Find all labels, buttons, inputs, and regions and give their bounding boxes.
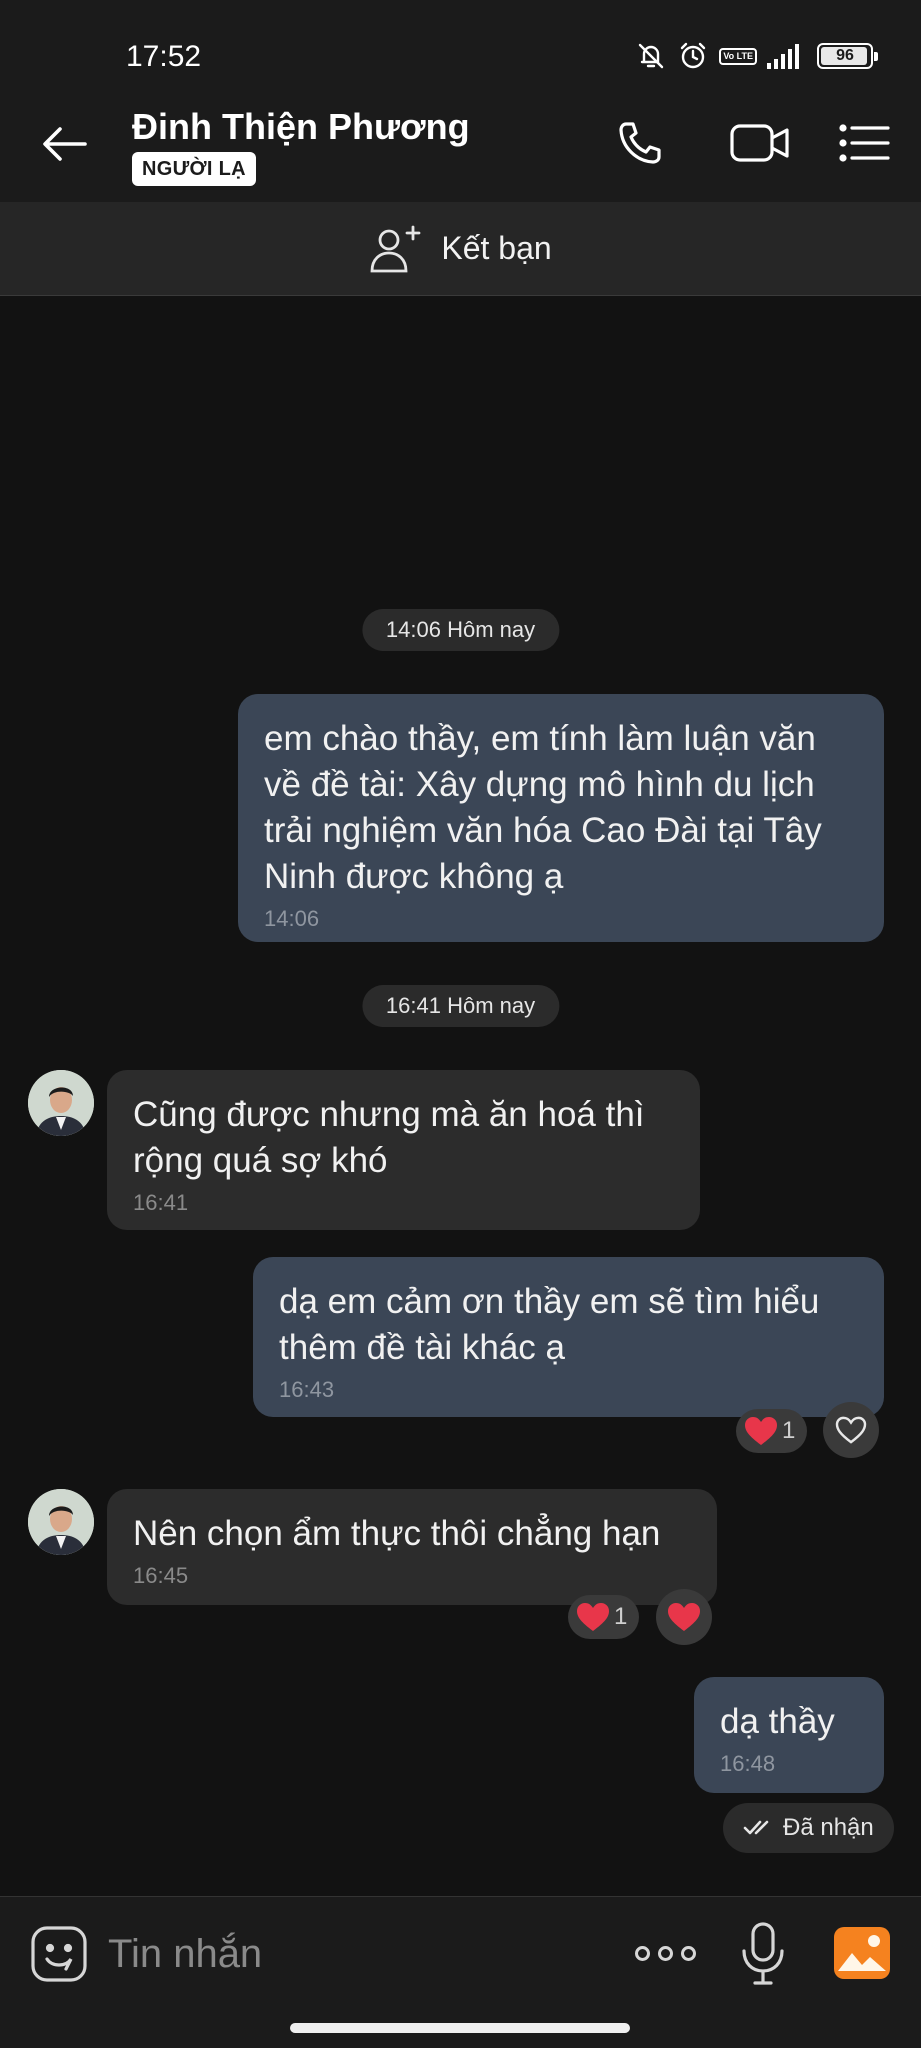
- phone-icon: [619, 122, 661, 164]
- heart-icon: [745, 1417, 777, 1445]
- heart-icon: [577, 1603, 609, 1631]
- sticker-icon: [31, 1926, 87, 1982]
- menu-button[interactable]: [830, 110, 900, 176]
- stranger-badge: NGƯỜI LẠ: [132, 152, 256, 186]
- message-text: Cũng được nhưng mà ăn hoá thì rộng quá s…: [133, 1095, 645, 1180]
- home-indicator[interactable]: [290, 2023, 630, 2033]
- menu-icon: [839, 124, 890, 162]
- message-time: 14:06: [264, 906, 320, 931]
- heart-outline-icon: [835, 1416, 867, 1444]
- message-time: 16:41: [133, 1190, 189, 1215]
- status-icons: Vo LTE 96: [635, 38, 878, 74]
- message-bubble-outgoing[interactable]: dạ thầy 16:48: [694, 1677, 884, 1793]
- message-time: 16:45: [133, 1563, 189, 1588]
- volte-icon: Vo LTE: [719, 47, 757, 65]
- avatar-image: [28, 1070, 94, 1136]
- date-separator: 14:06 Hôm nay: [361, 609, 560, 651]
- message-bubble-outgoing[interactable]: em chào thầy, em tính làm luận văn về đề…: [238, 694, 884, 942]
- message-time: 16:43: [279, 1377, 335, 1402]
- battery-icon: 96: [817, 43, 878, 69]
- message-bubble-outgoing[interactable]: dạ em cảm ơn thầy em sẽ tìm hiểu thêm đề…: [253, 1257, 884, 1417]
- alarm-icon: [677, 40, 709, 72]
- message-text: em chào thầy, em tính làm luận văn về đề…: [264, 719, 822, 896]
- message-text: dạ thầy: [720, 1702, 835, 1741]
- add-friend-button[interactable]: Kết bạn: [0, 202, 921, 296]
- message-text: dạ em cảm ơn thầy em sẽ tìm hiểu thêm đề…: [279, 1282, 820, 1367]
- status-bar: 17:52 Vo LTE 96: [0, 0, 921, 88]
- message-text: Nên chọn ẩm thực thôi chẳng hạn: [133, 1514, 661, 1553]
- video-call-button[interactable]: [718, 110, 802, 176]
- delivery-status: Đã nhận: [723, 1803, 894, 1853]
- back-button[interactable]: [30, 114, 100, 174]
- message-input[interactable]: [108, 1925, 568, 1983]
- reaction-count: 1: [782, 1417, 796, 1444]
- gallery-button[interactable]: [832, 1925, 892, 1981]
- reaction-summary[interactable]: 1: [736, 1409, 808, 1453]
- reaction-count: 1: [614, 1603, 628, 1630]
- back-arrow-icon: [43, 127, 87, 161]
- heart-icon: [668, 1603, 700, 1631]
- gallery-icon: [834, 1927, 890, 1979]
- bell-off-icon: [635, 40, 667, 72]
- video-call-icon: [730, 124, 789, 162]
- voice-button[interactable]: [736, 1921, 790, 1987]
- double-check-icon: [743, 1820, 769, 1835]
- react-button[interactable]: [823, 1402, 879, 1458]
- message-time: 16:48: [720, 1751, 776, 1776]
- contact-name[interactable]: Đinh Thiện Phương: [132, 106, 470, 148]
- avatar[interactable]: [28, 1489, 94, 1555]
- sticker-button[interactable]: [30, 1925, 88, 1983]
- add-user-icon: [370, 225, 421, 272]
- message-bubble-incoming[interactable]: Nên chọn ẩm thực thôi chẳng hạn 16:45: [107, 1489, 717, 1605]
- status-time: 17:52: [126, 40, 202, 73]
- date-separator: 16:41 Hôm nay: [361, 985, 560, 1027]
- react-button[interactable]: [656, 1589, 712, 1645]
- message-bubble-incoming[interactable]: Cũng được nhưng mà ăn hoá thì rộng quá s…: [107, 1070, 700, 1230]
- more-options-button[interactable]: [630, 1933, 700, 1973]
- avatar-image: [28, 1489, 94, 1555]
- chat-header: Đinh Thiện Phương NGƯỜI LẠ: [0, 88, 921, 202]
- more-options-icon: [634, 1945, 696, 1961]
- reaction-summary[interactable]: 1: [568, 1595, 640, 1639]
- add-friend-label: Kết bạn: [441, 230, 552, 266]
- microphone-icon: [742, 1922, 784, 1985]
- call-button[interactable]: [605, 110, 675, 176]
- signal-icon: [767, 43, 807, 69]
- delivery-status-label: Đã nhận: [783, 1814, 874, 1841]
- chat-screen: 17:52 Vo LTE 96 Đinh Thiện Phương NGƯỜI …: [0, 0, 921, 2048]
- avatar[interactable]: [28, 1070, 94, 1136]
- battery-level: 96: [836, 47, 854, 64]
